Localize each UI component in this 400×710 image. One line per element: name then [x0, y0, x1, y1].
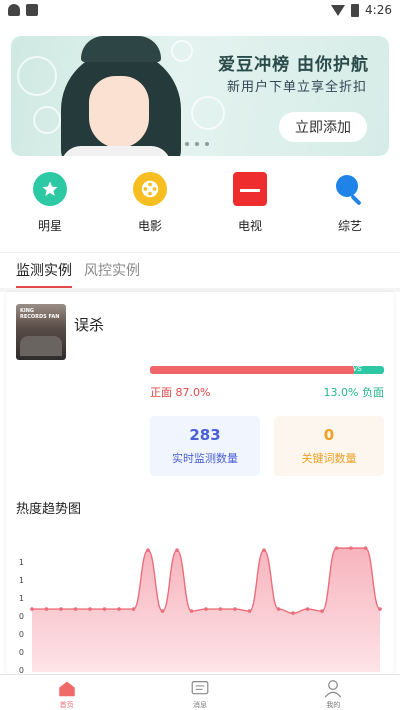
negative-label: 13.0% 负面 [323, 386, 384, 399]
data-point [363, 546, 368, 550]
positive-label: 正面 87.0% [150, 386, 211, 399]
microphone-icon [333, 172, 367, 206]
tab-risk-control[interactable]: 风控实例 [84, 260, 140, 286]
divider [0, 252, 400, 253]
data-point [175, 548, 179, 552]
sentiment-bar: VS [150, 366, 384, 374]
bubble-decoration [191, 96, 225, 130]
y-tick-label: 0 [19, 648, 24, 657]
monitor-card[interactable]: KING RECORDS FAN 误杀 VS 正面 87.0% 13.0% 负面… [6, 292, 394, 675]
banner-title: 爱豆冲榜 由你护航 [218, 55, 369, 75]
category-movie[interactable]: 电影 [100, 172, 200, 242]
qq-notification-icon [8, 4, 20, 16]
message-icon [191, 680, 209, 695]
tv-icon [233, 172, 267, 206]
keyword-count-stat[interactable]: 0 关键词数量 [274, 416, 384, 476]
chart-title: 热度趋势图 [16, 502, 82, 517]
y-tick-label: 0 [19, 630, 24, 639]
bottom-tab-bar: 首页 消息 我的 [0, 674, 400, 710]
data-point [218, 607, 223, 611]
data-point [349, 546, 353, 550]
data-point [160, 609, 165, 613]
data-point [102, 607, 107, 611]
tab-row: 监测实例 风控实例 [16, 260, 140, 288]
y-tick-label: 1 [19, 558, 24, 567]
data-point [73, 607, 78, 611]
realtime-monitor-stat[interactable]: 283 实时监测数量 [150, 416, 260, 476]
banner-subtitle: 新用户下单立享全折扣 [226, 80, 367, 95]
bubble-decoration [33, 106, 61, 134]
status-time: 4:26 [365, 3, 392, 17]
data-point [189, 609, 194, 613]
banner-face [89, 76, 149, 148]
star-icon [33, 172, 67, 206]
bubble-decoration [171, 40, 193, 62]
data-point [276, 607, 281, 611]
battery-icon [351, 3, 360, 17]
data-point [30, 607, 34, 611]
category-star[interactable]: 明星 [0, 172, 100, 242]
banner-cloth [61, 146, 171, 156]
y-tick-label: 1 [19, 576, 24, 585]
data-point [131, 607, 136, 611]
add-now-button[interactable]: 立即添加 [279, 112, 367, 142]
data-point [204, 607, 208, 611]
y-tick-label: 1 [19, 594, 24, 603]
home-icon [58, 681, 75, 697]
vs-label: VS [352, 366, 362, 373]
movie-poster: KING RECORDS FAN [16, 304, 66, 360]
app-notification-icon [26, 4, 38, 16]
data-point [305, 607, 310, 611]
data-point [247, 609, 252, 613]
data-point [262, 548, 266, 552]
bubble-decoration [17, 56, 57, 96]
film-reel-icon [133, 172, 167, 206]
data-point [59, 607, 63, 611]
data-point [146, 548, 150, 552]
tab-profile[interactable]: 我的 [267, 675, 400, 710]
data-point [88, 607, 92, 611]
profile-icon [325, 680, 342, 698]
movie-title: 误杀 [74, 316, 105, 334]
data-point [320, 609, 324, 613]
y-tick-label: 0 [19, 612, 24, 621]
data-point [44, 607, 49, 611]
banner-hat [81, 36, 161, 62]
wifi-icon [331, 4, 346, 16]
data-point [233, 607, 237, 611]
promo-banner[interactable]: 爱豆冲榜 由你护航 新用户下单立享全折扣 立即添加 [11, 36, 389, 156]
data-point [291, 611, 295, 615]
category-row: 明星 电影 电视 综艺 [0, 172, 400, 242]
carousel-indicator [185, 142, 209, 146]
category-variety[interactable]: 综艺 [300, 172, 400, 242]
category-tv[interactable]: 电视 [200, 172, 300, 242]
status-bar: 4:26 [0, 0, 400, 22]
data-point [378, 607, 382, 611]
data-point [334, 546, 339, 550]
sentiment-positive-fill [150, 366, 354, 374]
tab-home[interactable]: 首页 [0, 675, 133, 710]
tab-messages[interactable]: 消息 [133, 675, 266, 710]
tab-monitoring[interactable]: 监测实例 [16, 260, 72, 288]
home-page: 爱豆冲榜 由你护航 新用户下单立享全折扣 立即添加 明星 电影 电视 综艺 监测… [0, 22, 400, 675]
heat-trend-chart: 1110000 [19, 546, 382, 675]
data-point [117, 607, 121, 611]
